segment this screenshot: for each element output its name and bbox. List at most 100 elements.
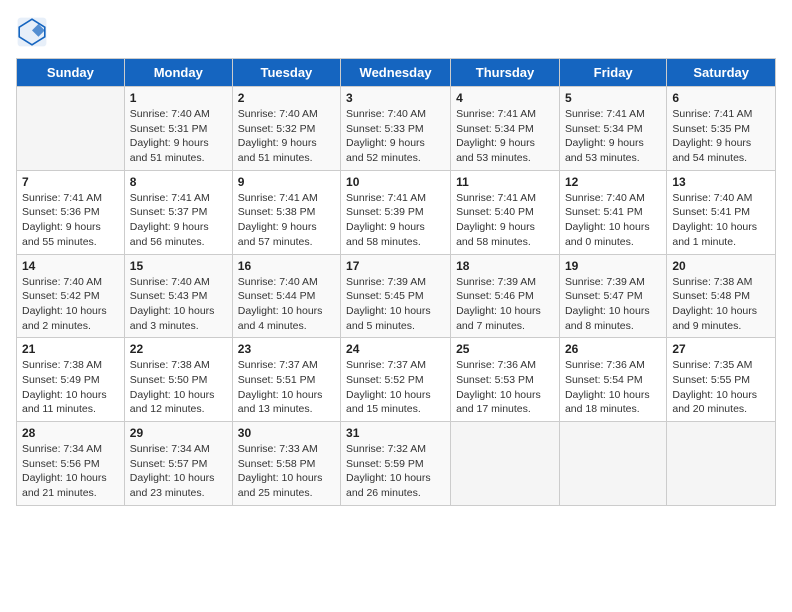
logo — [16, 16, 52, 48]
day-info: Sunrise: 7:37 AM Sunset: 5:52 PM Dayligh… — [346, 358, 445, 417]
calendar-body: 1Sunrise: 7:40 AM Sunset: 5:31 PM Daylig… — [17, 87, 776, 506]
day-info: Sunrise: 7:40 AM Sunset: 5:42 PM Dayligh… — [22, 275, 119, 334]
day-cell: 12 Sunrise: 7:40 AM Sunset: 5:41 PM Dayli… — [559, 170, 666, 254]
day-cell: 20 Sunrise: 7:38 AM Sunset: 5:48 PM Dayli… — [667, 254, 776, 338]
day-cell: 13Sunrise: 7:40 AM Sunset: 5:41 PM Dayli… — [667, 170, 776, 254]
day-cell: 27Sunrise: 7:35 AM Sunset: 5:55 PM Dayli… — [667, 338, 776, 422]
day-number: 19 — [565, 259, 661, 273]
col-header-friday: Friday — [559, 59, 666, 87]
day-number: 16 — [238, 259, 335, 273]
day-cell: 29 Sunrise: 7:34 AM Sunset: 5:57 PM Dayli… — [124, 422, 232, 506]
day-number: 5 — [565, 91, 661, 105]
day-number: 24 — [346, 342, 445, 356]
week-row-5: 28 Sunrise: 7:34 AM Sunset: 5:56 PM Dayli… — [17, 422, 776, 506]
day-number: 6 — [672, 91, 770, 105]
day-cell — [17, 87, 125, 171]
day-info: Sunrise: 7:41 AM Sunset: 5:35 PM Dayligh… — [672, 107, 770, 166]
day-cell: 24 Sunrise: 7:37 AM Sunset: 5:52 PM Dayli… — [341, 338, 451, 422]
day-number: 25 — [456, 342, 554, 356]
day-info: Sunrise: 7:41 AM Sunset: 5:40 PM Dayligh… — [456, 191, 554, 250]
day-number: 21 — [22, 342, 119, 356]
day-number: 14 — [22, 259, 119, 273]
day-info: Sunrise: 7:41 AM Sunset: 5:36 PM Dayligh… — [22, 191, 119, 250]
day-number: 30 — [238, 426, 335, 440]
day-cell: 5 Sunrise: 7:41 AM Sunset: 5:34 PM Daylig… — [559, 87, 666, 171]
day-cell: 8 Sunrise: 7:41 AM Sunset: 5:37 PM Daylig… — [124, 170, 232, 254]
day-info: Sunrise: 7:36 AM Sunset: 5:54 PM Dayligh… — [565, 358, 661, 417]
day-info: Sunrise: 7:41 AM Sunset: 5:38 PM Dayligh… — [238, 191, 335, 250]
day-cell: 25 Sunrise: 7:36 AM Sunset: 5:53 PM Dayli… — [451, 338, 560, 422]
week-row-1: 1Sunrise: 7:40 AM Sunset: 5:31 PM Daylig… — [17, 87, 776, 171]
day-info: Sunrise: 7:38 AM Sunset: 5:48 PM Dayligh… — [672, 275, 770, 334]
day-cell: 9 Sunrise: 7:41 AM Sunset: 5:38 PM Daylig… — [232, 170, 340, 254]
day-cell: 15 Sunrise: 7:40 AM Sunset: 5:43 PM Dayli… — [124, 254, 232, 338]
day-number: 20 — [672, 259, 770, 273]
day-number: 11 — [456, 175, 554, 189]
logo-icon — [16, 16, 48, 48]
day-info: Sunrise: 7:39 AM Sunset: 5:47 PM Dayligh… — [565, 275, 661, 334]
day-number: 29 — [130, 426, 227, 440]
day-cell: 22 Sunrise: 7:38 AM Sunset: 5:50 PM Dayli… — [124, 338, 232, 422]
day-cell: 7 Sunrise: 7:41 AM Sunset: 5:36 PM Daylig… — [17, 170, 125, 254]
col-header-tuesday: Tuesday — [232, 59, 340, 87]
day-info: Sunrise: 7:40 AM Sunset: 5:44 PM Dayligh… — [238, 275, 335, 334]
day-info: Sunrise: 7:39 AM Sunset: 5:45 PM Dayligh… — [346, 275, 445, 334]
day-cell: 14 Sunrise: 7:40 AM Sunset: 5:42 PM Dayli… — [17, 254, 125, 338]
day-cell: 2 Sunrise: 7:40 AM Sunset: 5:32 PM Daylig… — [232, 87, 340, 171]
day-info: Sunrise: 7:35 AM Sunset: 5:55 PM Dayligh… — [672, 358, 770, 417]
day-info: Sunrise: 7:38 AM Sunset: 5:50 PM Dayligh… — [130, 358, 227, 417]
day-info: Sunrise: 7:40 AM Sunset: 5:31 PM Dayligh… — [130, 107, 227, 166]
day-number: 26 — [565, 342, 661, 356]
day-cell: 6 Sunrise: 7:41 AM Sunset: 5:35 PM Daylig… — [667, 87, 776, 171]
day-cell: 11 Sunrise: 7:41 AM Sunset: 5:40 PM Dayli… — [451, 170, 560, 254]
day-info: Sunrise: 7:41 AM Sunset: 5:34 PM Dayligh… — [565, 107, 661, 166]
day-number: 2 — [238, 91, 335, 105]
column-headers: SundayMondayTuesdayWednesdayThursdayFrid… — [17, 59, 776, 87]
day-number: 15 — [130, 259, 227, 273]
day-info: Sunrise: 7:40 AM Sunset: 5:43 PM Dayligh… — [130, 275, 227, 334]
day-number: 9 — [238, 175, 335, 189]
day-cell: 30 Sunrise: 7:33 AM Sunset: 5:58 PM Dayli… — [232, 422, 340, 506]
day-number: 12 — [565, 175, 661, 189]
day-number: 4 — [456, 91, 554, 105]
day-cell: 26 Sunrise: 7:36 AM Sunset: 5:54 PM Dayli… — [559, 338, 666, 422]
day-cell: 1Sunrise: 7:40 AM Sunset: 5:31 PM Daylig… — [124, 87, 232, 171]
day-number: 7 — [22, 175, 119, 189]
col-header-saturday: Saturday — [667, 59, 776, 87]
day-cell — [451, 422, 560, 506]
day-info: Sunrise: 7:36 AM Sunset: 5:53 PM Dayligh… — [456, 358, 554, 417]
day-number: 23 — [238, 342, 335, 356]
day-info: Sunrise: 7:40 AM Sunset: 5:41 PM Dayligh… — [565, 191, 661, 250]
day-cell: 23 Sunrise: 7:37 AM Sunset: 5:51 PM Dayli… — [232, 338, 340, 422]
day-cell: 10Sunrise: 7:41 AM Sunset: 5:39 PM Dayli… — [341, 170, 451, 254]
day-number: 13 — [672, 175, 770, 189]
day-info: Sunrise: 7:41 AM Sunset: 5:39 PM Dayligh… — [346, 191, 445, 250]
day-info: Sunrise: 7:40 AM Sunset: 5:32 PM Dayligh… — [238, 107, 335, 166]
col-header-monday: Monday — [124, 59, 232, 87]
day-number: 3 — [346, 91, 445, 105]
day-info: Sunrise: 7:34 AM Sunset: 5:56 PM Dayligh… — [22, 442, 119, 501]
day-info: Sunrise: 7:37 AM Sunset: 5:51 PM Dayligh… — [238, 358, 335, 417]
day-cell: 19 Sunrise: 7:39 AM Sunset: 5:47 PM Dayli… — [559, 254, 666, 338]
day-number: 18 — [456, 259, 554, 273]
page-header — [16, 16, 776, 48]
week-row-4: 21 Sunrise: 7:38 AM Sunset: 5:49 PM Dayli… — [17, 338, 776, 422]
day-number: 22 — [130, 342, 227, 356]
day-number: 28 — [22, 426, 119, 440]
day-info: Sunrise: 7:38 AM Sunset: 5:49 PM Dayligh… — [22, 358, 119, 417]
day-cell: 18 Sunrise: 7:39 AM Sunset: 5:46 PM Dayli… — [451, 254, 560, 338]
day-cell: 21 Sunrise: 7:38 AM Sunset: 5:49 PM Dayli… — [17, 338, 125, 422]
week-row-2: 7 Sunrise: 7:41 AM Sunset: 5:36 PM Daylig… — [17, 170, 776, 254]
day-info: Sunrise: 7:39 AM Sunset: 5:46 PM Dayligh… — [456, 275, 554, 334]
day-info: Sunrise: 7:33 AM Sunset: 5:58 PM Dayligh… — [238, 442, 335, 501]
day-cell — [667, 422, 776, 506]
day-info: Sunrise: 7:34 AM Sunset: 5:57 PM Dayligh… — [130, 442, 227, 501]
day-cell — [559, 422, 666, 506]
col-header-sunday: Sunday — [17, 59, 125, 87]
day-info: Sunrise: 7:41 AM Sunset: 5:37 PM Dayligh… — [130, 191, 227, 250]
calendar-table: SundayMondayTuesdayWednesdayThursdayFrid… — [16, 58, 776, 506]
col-header-thursday: Thursday — [451, 59, 560, 87]
day-number: 17 — [346, 259, 445, 273]
day-number: 31 — [346, 426, 445, 440]
day-number: 8 — [130, 175, 227, 189]
